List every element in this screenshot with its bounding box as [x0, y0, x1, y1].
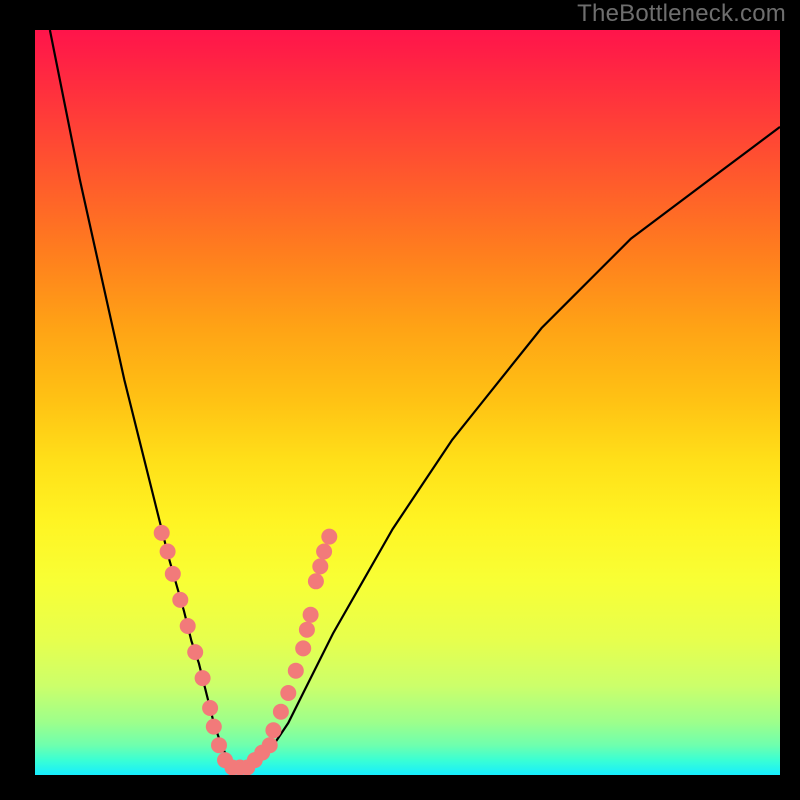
data-dot [321, 529, 337, 545]
data-dot [265, 722, 281, 738]
data-dot [295, 640, 311, 656]
data-dot [165, 566, 181, 582]
data-dot [262, 737, 278, 753]
data-dot [288, 663, 304, 679]
data-dot [195, 670, 211, 686]
data-dot [154, 525, 170, 541]
data-dot [280, 685, 296, 701]
data-dot [299, 622, 315, 638]
chart-frame: TheBottleneck.com [0, 0, 800, 800]
data-dot [211, 737, 227, 753]
data-dot [308, 573, 324, 589]
data-dot [160, 544, 176, 560]
data-points [154, 525, 338, 775]
data-dot [187, 644, 203, 660]
data-dot [303, 607, 319, 623]
data-dot [273, 704, 289, 720]
data-dot [312, 558, 328, 574]
data-dot [202, 700, 218, 716]
watermark-text: TheBottleneck.com [577, 0, 786, 28]
data-dot [316, 544, 332, 560]
chart-overlay [35, 30, 780, 775]
data-dot [180, 618, 196, 634]
bottleneck-curve [50, 30, 780, 768]
data-dot [206, 719, 222, 735]
data-dot [172, 592, 188, 608]
